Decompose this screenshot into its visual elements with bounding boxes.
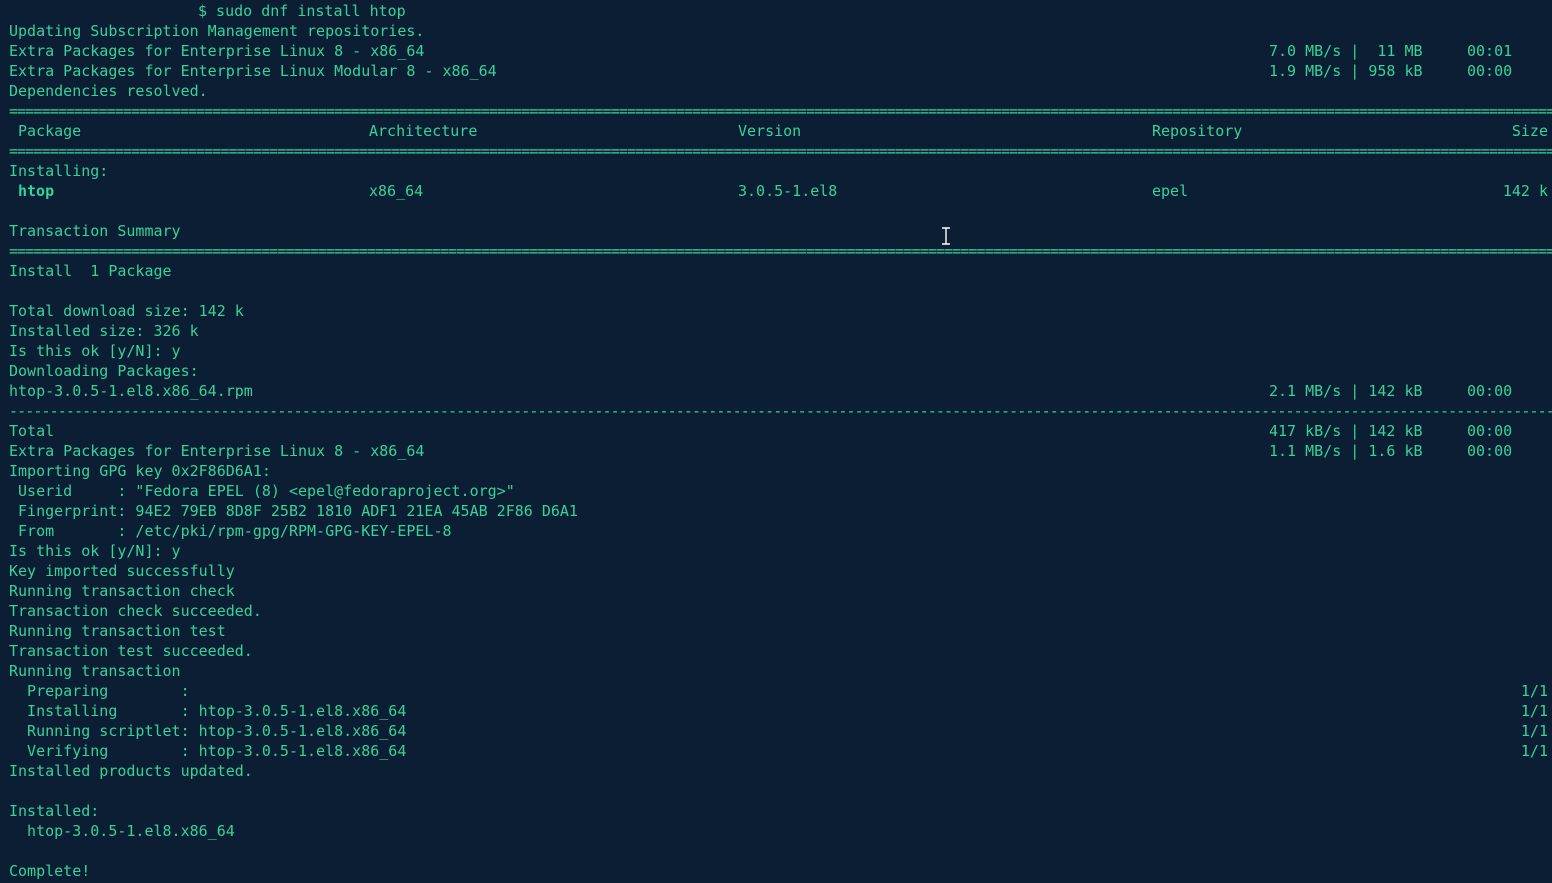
repo-name: Extra Packages for Enterprise Linux 8 - …	[9, 42, 425, 60]
repo-line: Extra Packages for Enterprise Linux Modu…	[9, 61, 1552, 81]
running-check: Running transaction check	[9, 582, 235, 600]
step-count: 1/1	[1520, 702, 1548, 720]
key-from: From : /etc/pki/rpm-gpg/RPM-GPG-KEY-EPEL…	[9, 522, 452, 540]
row-architecture: x86_64	[369, 182, 424, 200]
repo-speed: 7.0 MB/s | 11 MB	[1269, 42, 1423, 60]
products-updated: Installed products updated.	[9, 762, 253, 780]
downloading-label: Downloading Packages:	[9, 362, 199, 380]
total-speed: 417 kB/s | 142 kB	[1269, 422, 1423, 440]
total-label: Total	[9, 422, 55, 440]
row-version: 3.0.5-1.el8	[738, 182, 838, 200]
step-count: 1/1	[1520, 722, 1548, 740]
check-succeeded: Transaction check succeeded.	[9, 602, 262, 620]
separator-rule: ========================================…	[9, 242, 1552, 260]
repo-name: Extra Packages for Enterprise Linux Modu…	[9, 62, 497, 80]
installing-label: Installing:	[9, 162, 109, 180]
repo-time: 00:01	[1467, 42, 1513, 60]
header-version: Version	[738, 122, 802, 140]
importing-key: Importing GPG key 0x2F86D6A1:	[9, 462, 271, 480]
running-transaction: Running transaction	[9, 662, 181, 680]
separator-rule: ========================================…	[9, 102, 1552, 120]
repo-line: Extra Packages for Enterprise Linux 8 - …	[9, 41, 1552, 61]
key-userid: Userid : "Fedora EPEL (8) <epel@fedorapr…	[9, 482, 515, 500]
repo-line: Extra Packages for Enterprise Linux 8 - …	[9, 441, 1552, 461]
repo-time: 00:00	[1467, 442, 1513, 460]
separator-rule: ----------------------------------------…	[9, 402, 1552, 420]
header-size: Size	[1511, 122, 1548, 140]
running-test: Running transaction test	[9, 622, 226, 640]
installed-label: Installed:	[9, 802, 100, 820]
confirm-prompt: Is this ok [y/N]: y	[9, 542, 181, 560]
updating-line: Updating Subscription Management reposit…	[9, 22, 425, 40]
row-size: 142 k	[1502, 182, 1548, 200]
total-line: Total 417 kB/s | 142 kB 00:00	[9, 421, 1552, 441]
step-text: Verifying : htop-3.0.5-1.el8.x86_64	[9, 742, 407, 760]
row-package: htop	[18, 182, 55, 200]
row-repository: epel	[1152, 182, 1189, 200]
deps-resolved-line: Dependencies resolved.	[9, 82, 208, 100]
step-line: Installing : htop-3.0.5-1.el8.x86_64 1/1	[9, 701, 1552, 721]
step-line: Preparing : 1/1	[9, 681, 1552, 701]
terminal-window[interactable]: $ sudo dnf install htop Updating Subscri…	[0, 0, 1552, 883]
download-line: htop-3.0.5-1.el8.x86_64.rpm 2.1 MB/s | 1…	[9, 381, 1552, 401]
step-count: 1/1	[1520, 682, 1548, 700]
download-file: htop-3.0.5-1.el8.x86_64.rpm	[9, 382, 253, 400]
step-text: Preparing :	[9, 682, 190, 700]
command-line: $ sudo dnf install htop	[198, 2, 406, 20]
step-text: Installing : htop-3.0.5-1.el8.x86_64	[9, 702, 407, 720]
header-repository: Repository	[1152, 122, 1243, 140]
step-count: 1/1	[1520, 742, 1548, 760]
installed-package: htop-3.0.5-1.el8.x86_64	[9, 822, 235, 840]
repo-name: Extra Packages for Enterprise Linux 8 - …	[9, 442, 425, 460]
total-time: 00:00	[1467, 422, 1513, 440]
download-speed: 2.1 MB/s | 142 kB	[1269, 382, 1423, 400]
key-imported: Key imported successfully	[9, 562, 235, 580]
step-line: Verifying : htop-3.0.5-1.el8.x86_64 1/1	[9, 741, 1552, 761]
header-package: Package	[18, 122, 82, 140]
confirm-prompt: Is this ok [y/N]: y	[9, 342, 181, 360]
table-header: Package Architecture Version Repository …	[9, 121, 1552, 141]
header-architecture: Architecture	[369, 122, 478, 140]
installed-size: Installed size: 326 k	[9, 322, 199, 340]
separator-rule: ========================================…	[9, 142, 1552, 160]
ibeam-cursor-icon	[942, 227, 950, 245]
transaction-summary: Transaction Summary	[9, 222, 181, 240]
key-fingerprint: Fingerprint: 94E2 79EB 8D8F 25B2 1810 AD…	[9, 502, 578, 520]
download-time: 00:00	[1467, 382, 1513, 400]
step-text: Running scriptlet: htop-3.0.5-1.el8.x86_…	[9, 722, 407, 740]
complete-line: Complete!	[9, 862, 91, 880]
step-line: Running scriptlet: htop-3.0.5-1.el8.x86_…	[9, 721, 1552, 741]
table-row: htop x86_64 3.0.5-1.el8 epel 142 k	[9, 181, 1552, 201]
install-count: Install 1 Package	[9, 262, 172, 280]
test-succeeded: Transaction test succeeded.	[9, 642, 253, 660]
total-download-size: Total download size: 142 k	[9, 302, 244, 320]
repo-speed: 1.1 MB/s | 1.6 kB	[1269, 442, 1423, 460]
repo-time: 00:00	[1467, 62, 1513, 80]
repo-speed: 1.9 MB/s | 958 kB	[1269, 62, 1423, 80]
